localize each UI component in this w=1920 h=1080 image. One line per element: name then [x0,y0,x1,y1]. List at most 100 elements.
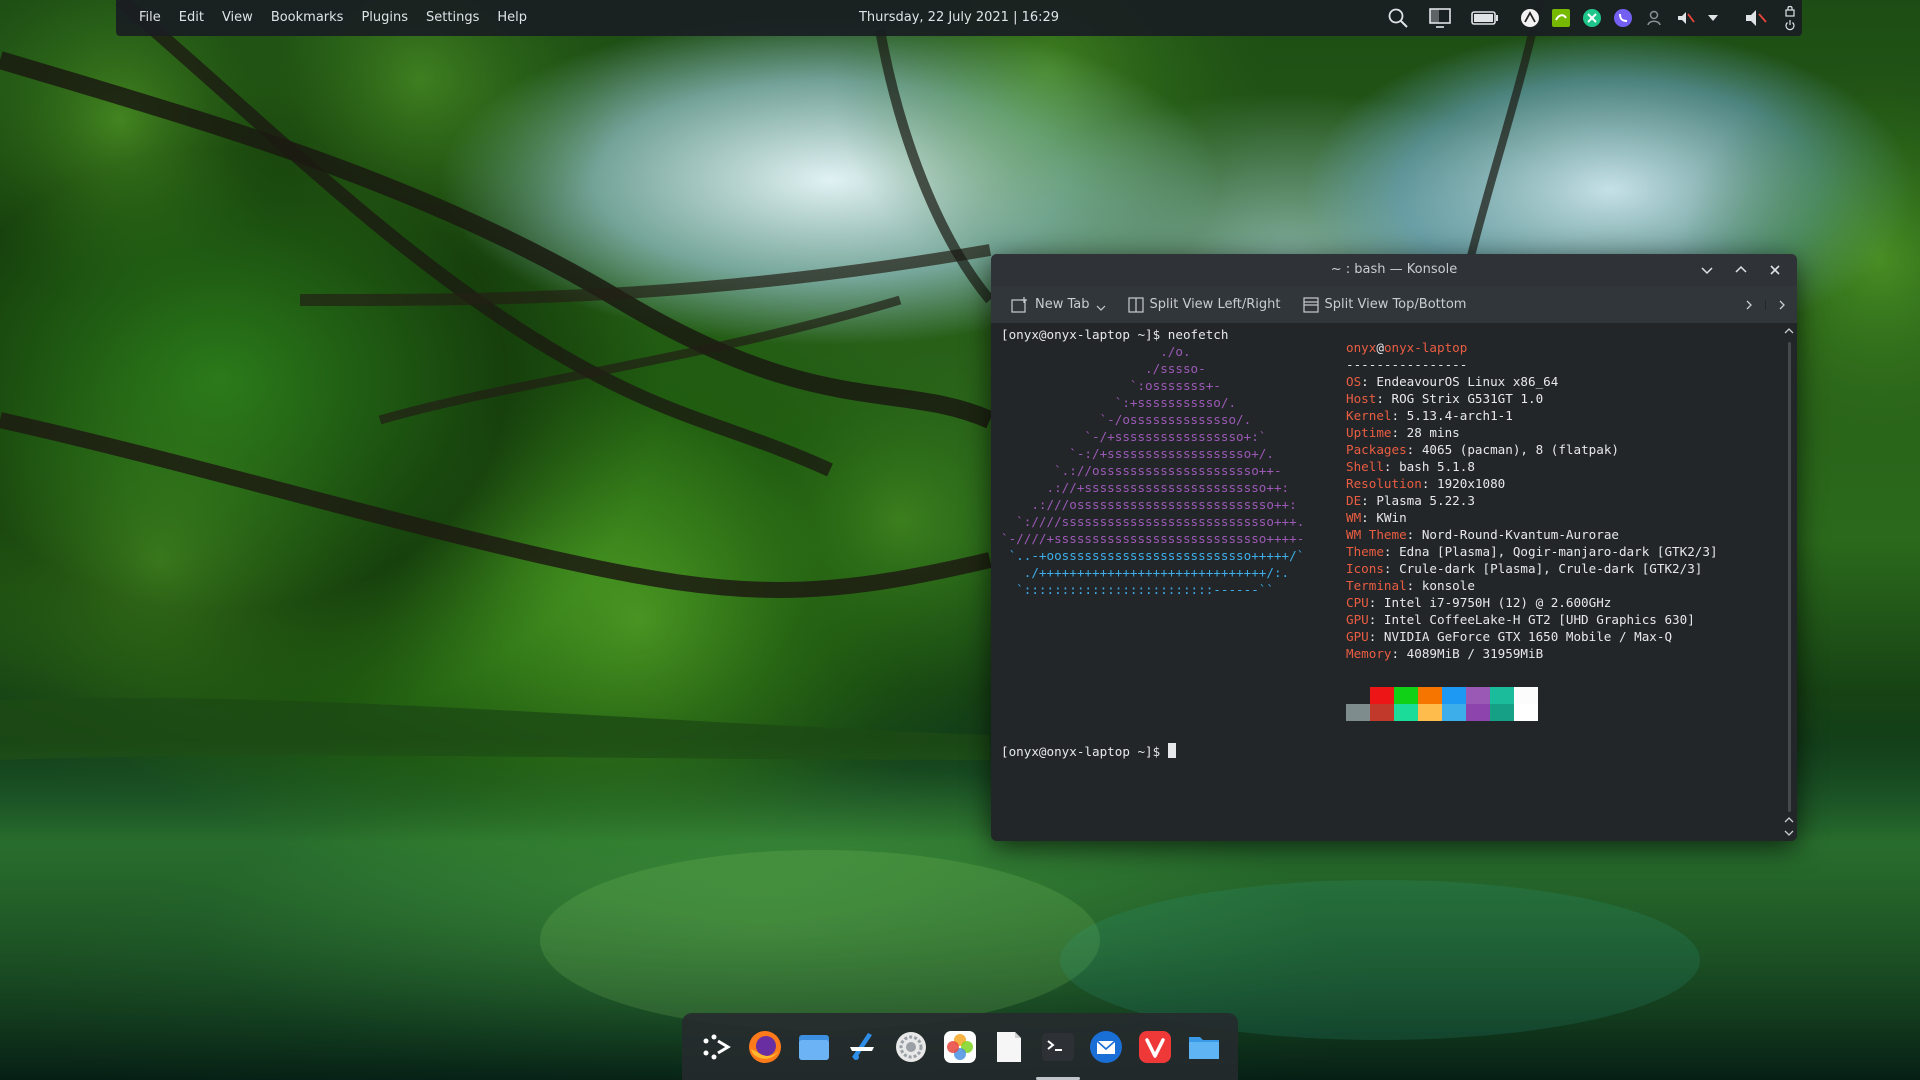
toolbar-more-icon[interactable] [1733,300,1765,310]
logo-line: `-:/+sssssssssssssssssso+/. [1001,446,1274,461]
store-icon[interactable] [842,1027,882,1067]
logo-line: `..-+oosssssssssssssssssssssssso+++++/` [1001,548,1305,563]
logo-line: `-/ossssssssssssso/. [1001,412,1252,427]
expand-tray-icon[interactable] [1706,0,1720,36]
prompt-text: [onyx@onyx-laptop ~]$ [1001,744,1168,759]
info-row: Uptime: 28 mins [1346,425,1460,440]
info-row: WM: KWin [1346,510,1407,525]
power-icon[interactable] [1784,19,1796,31]
logo-line: .:///ossssssssssssssssssssssssso++: [1001,497,1297,512]
split-left-right-button[interactable]: Split View Left/Right [1127,296,1281,313]
info-row: OS: EndeavourOS Linux x86_64 [1346,374,1559,389]
firefox-icon[interactable] [745,1027,785,1067]
folder-icon[interactable] [1184,1027,1224,1067]
thunderbird-icon[interactable] [1086,1027,1126,1067]
battery-icon[interactable] [1471,0,1499,36]
command-prompt: [onyx@onyx-laptop ~]$ [1001,743,1176,760]
logo-line: `:osssssss+- [1001,378,1221,393]
menu-file[interactable]: File [130,0,170,36]
window-controls [1693,254,1789,286]
terminal-scrollbar[interactable] [1781,324,1797,841]
mute-microphone-icon[interactable] [1675,0,1695,36]
info-host: onyx-laptop [1383,340,1468,355]
terminal-icon[interactable] [1035,1027,1080,1080]
info-key: CPU [1346,595,1369,610]
new-tab-icon [1011,296,1027,313]
info-row: GPU: NVIDIA GeForce GTX 1650 Mobile / Ma… [1346,629,1673,644]
session-controls [1784,0,1796,36]
menu-edit[interactable]: Edit [170,0,213,36]
viber-icon[interactable] [1613,0,1633,36]
lock-screen-icon[interactable] [1784,5,1796,17]
user-switch-icon[interactable] [1644,0,1664,36]
info-value: Edna [Plasma], Qogir-manjaro-dark [GTK2/… [1399,544,1718,559]
dock [682,1013,1238,1080]
new-tab-button[interactable]: New Tab [1011,296,1106,313]
digital-clock[interactable]: Thursday, 22 July 2021 | 16:29 [859,10,1059,25]
terminal-area[interactable]: [onyx@onyx-laptop ~]$ neofetch ./o. ./ss… [991,324,1781,841]
system-settings-icon[interactable] [891,1027,931,1067]
info-value: Intel i7-9750H (12) @ 2.600GHz [1383,595,1612,610]
window-titlebar[interactable]: ~ : bash — Konsole [991,254,1797,286]
konsole-window: ~ : bash — Konsole New Tab Split View Le… [991,254,1797,841]
top-panel: File Edit View Bookmarks Plugins Setting… [116,0,1802,36]
info-value: 4089MiB / 31959MiB [1406,646,1544,661]
menu-bookmarks[interactable]: Bookmarks [262,0,353,36]
window-title: ~ : bash — Konsole [1330,262,1458,277]
files-icon[interactable] [794,1027,834,1067]
close-button[interactable] [1761,256,1789,284]
logo-line: `:+sssssssssso/. [1001,395,1237,410]
command-line: [onyx@onyx-laptop ~]$ neofetch [1001,327,1229,342]
info-key: WM [1346,510,1362,525]
logo-line: ./++++++++++++++++++++++++++++++/:. [1001,565,1290,580]
info-key: Shell [1346,459,1384,474]
photos-icon[interactable] [940,1027,980,1067]
split-top-bottom-button[interactable]: Split View Top/Bottom [1302,296,1466,313]
info-row: Resolution: 1920x1080 [1346,476,1506,491]
info-value: 5.13.4-arch1-1 [1406,408,1513,423]
system-info: onyx@onyx-laptop ---------------- OS: En… [1346,339,1718,662]
info-key: Kernel [1346,408,1392,423]
menu-plugins[interactable]: Plugins [352,0,417,36]
menu-view[interactable]: View [213,0,262,36]
info-row: Kernel: 5.13.4-arch1-1 [1346,408,1513,423]
konsole-toolbar: New Tab Split View Left/Right Split View… [991,286,1797,324]
vpn-icon[interactable] [1582,0,1602,36]
toolbar-extend-icon[interactable] [1765,300,1797,310]
logo-line: `-/+sssssssssssssssso+:` [1001,429,1267,444]
scrollbar-track[interactable] [1788,342,1791,812]
info-row: Memory: 4089MiB / 31959MiB [1346,646,1544,661]
minimize-button[interactable] [1693,256,1721,284]
info-value: konsole [1421,578,1475,593]
menu-settings[interactable]: Settings [417,0,488,36]
vivaldi-icon[interactable] [1135,1027,1175,1067]
unknown-app-icon[interactable] [1520,0,1540,36]
info-row: Terminal: konsole [1346,578,1475,593]
info-value: KWin [1376,510,1407,525]
info-key: Icons [1346,561,1384,576]
maximize-button[interactable] [1727,256,1755,284]
scroll-down-icon[interactable] [1781,813,1797,841]
application-launcher-icon[interactable] [696,1027,736,1067]
search-icon[interactable] [1387,0,1409,36]
info-key: Host [1346,391,1377,406]
info-key: OS [1346,374,1362,389]
info-value: Plasma 5.22.3 [1376,493,1475,508]
info-value: 4065 (pacman), 8 (flatpak) [1421,442,1619,457]
info-value: NVIDIA GeForce GTX 1650 Mobile / Max-Q [1383,629,1673,644]
info-row: Icons: Crule-dark [Plasma], Crule-dark [… [1346,561,1703,576]
volume-icon[interactable] [1743,0,1769,36]
info-value: Crule-dark [Plasma], Crule-dark [GTK2/3] [1399,561,1703,576]
info-value: 1920x1080 [1437,476,1506,491]
text-editor-icon[interactable] [989,1027,1029,1067]
nvidia-icon[interactable] [1551,0,1571,36]
scroll-up-icon[interactable] [1781,324,1797,338]
info-value: EndeavourOS Linux x86_64 [1376,374,1559,389]
color-swatch [1442,687,1466,721]
info-value: ROG Strix G531GT 1.0 [1391,391,1544,406]
menu-help[interactable]: Help [488,0,536,36]
logo-line: ./sssso- [1001,361,1206,376]
info-key: DE [1346,493,1362,508]
info-value: Intel CoffeeLake-H GT2 [UHD Graphics 630… [1383,612,1695,627]
display-configuration-icon[interactable] [1428,0,1452,36]
